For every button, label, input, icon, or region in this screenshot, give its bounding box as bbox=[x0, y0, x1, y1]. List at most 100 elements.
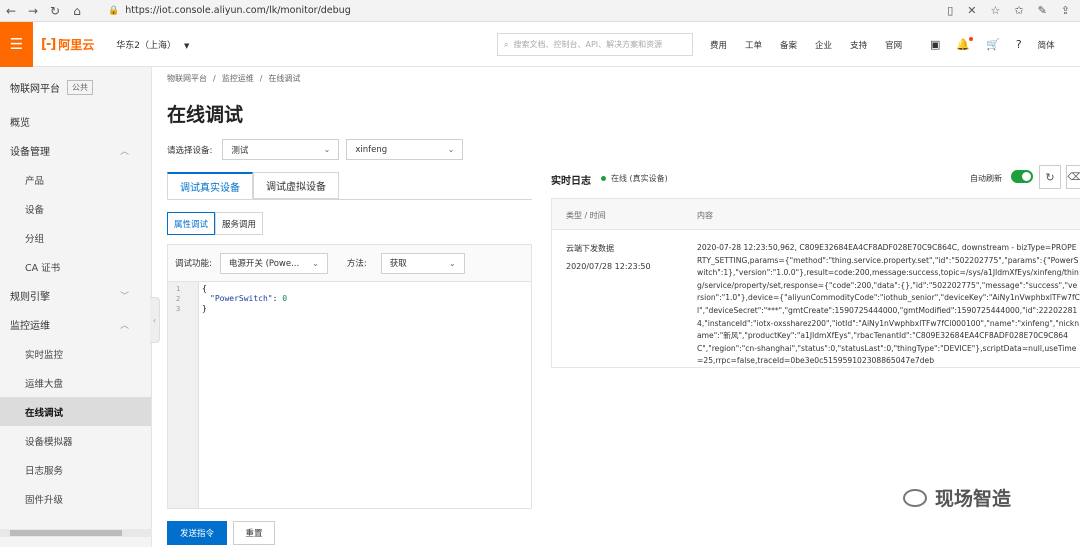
function-select[interactable]: 电源开关 (Powe... ⌄ bbox=[219, 252, 328, 274]
subtab-property-debug[interactable]: 属性调试 bbox=[167, 212, 216, 235]
nav-link-tickets[interactable]: 工单 bbox=[745, 39, 762, 51]
brand-name: 阿里云 bbox=[58, 37, 95, 52]
log-entry-content: 2020-07-28 12:23:50,962, C809E32684EA4CF… bbox=[697, 243, 1080, 366]
send-command-button[interactable]: 发送指令 bbox=[167, 521, 227, 545]
log-entry-time: 2020/07/28 12:23:50 bbox=[566, 262, 651, 271]
instance-badge[interactable]: 公共 bbox=[67, 79, 93, 95]
tab-virtual-device[interactable]: 调试虚拟设备 bbox=[253, 172, 339, 199]
log-table: 类型 / 时间 内容 云端下发数据 2020/07/28 12:23:50 20… bbox=[551, 198, 1080, 368]
logo-mark-icon: [-] bbox=[41, 36, 56, 52]
chevron-up-icon: ︿ bbox=[119, 147, 129, 157]
sidebar-collapse-handle[interactable]: ‹ bbox=[150, 297, 160, 343]
breadcrumb-separator: / bbox=[213, 74, 216, 83]
chevron-up-icon: ︿ bbox=[119, 321, 129, 331]
device-select-label: 请选择设备: bbox=[167, 145, 213, 156]
json-key: "PowerSwitch" bbox=[210, 294, 273, 303]
aliyun-logo[interactable]: [-] 阿里云 bbox=[41, 36, 94, 53]
reader-icon[interactable]: ▯ bbox=[947, 4, 953, 17]
sidebar-item-label: 概览 bbox=[10, 118, 30, 129]
nav-link-enterprise[interactable]: 企业 bbox=[815, 39, 832, 51]
function-select-value: 电源开关 (Powe... bbox=[228, 259, 300, 269]
refresh-button[interactable]: ↻ bbox=[1039, 165, 1061, 189]
sidebar: 物联网平台 公共 概览 设备管理 ︿ 产品 设备 分组 CA 证书 规则引擎 ﹀ 监… bbox=[0, 67, 152, 547]
menu-icon[interactable]: ☰ bbox=[0, 21, 33, 67]
share-icon[interactable]: ⇪ bbox=[1061, 4, 1070, 17]
address-bar[interactable]: 🔒 https://iot.console.aliyun.com/lk/moni… bbox=[108, 2, 947, 20]
code-line-close: } bbox=[202, 304, 207, 313]
console-topbar: ☰ [-] 阿里云 华东2（上海） ▼ ⌕ 搜索文档、控制台、API、解决方案和资… bbox=[0, 21, 1080, 67]
sidebar-item-ca-cert[interactable]: CA 证书 bbox=[0, 252, 151, 281]
sidebar-item-overview[interactable]: 概览 bbox=[0, 107, 151, 136]
terminal-icon[interactable]: ▣ bbox=[930, 38, 940, 51]
favorites-list-icon[interactable]: ✩ bbox=[1014, 4, 1023, 17]
tab-real-device[interactable]: 调试真实设备 bbox=[167, 172, 253, 199]
subtab-service-call[interactable]: 服务调用 bbox=[215, 212, 264, 235]
back-icon[interactable]: ← bbox=[0, 0, 22, 22]
sidebar-item-ops-dashboard[interactable]: 运维大盘 bbox=[0, 368, 151, 397]
search-input[interactable]: ⌕ 搜索文档、控制台、API、解决方案和资源 bbox=[497, 33, 693, 56]
favorite-star-icon[interactable]: ☆ bbox=[990, 4, 1000, 17]
clear-button[interactable]: ⌫ bbox=[1066, 165, 1080, 189]
bell-icon[interactable]: 🔔 bbox=[956, 37, 973, 51]
product-select[interactable]: 测试 ⌄ bbox=[222, 139, 340, 160]
trash-icon: ⌫ bbox=[1067, 171, 1080, 183]
auto-refresh-toggle[interactable] bbox=[1011, 170, 1033, 183]
chevron-down-icon: ⌄ bbox=[449, 258, 456, 268]
breadcrumb-item[interactable]: 物联网平台 bbox=[167, 74, 207, 83]
sidebar-item-label: 监控运维 bbox=[10, 321, 50, 332]
pen-icon[interactable]: ✎ bbox=[1038, 4, 1047, 17]
reset-button[interactable]: 重置 bbox=[233, 521, 275, 545]
sidebar-item-product[interactable]: 产品 bbox=[0, 165, 151, 194]
tab-divider bbox=[167, 199, 532, 200]
code-editor[interactable]: 1 2 3 { "PowerSwitch": 0 } bbox=[168, 282, 531, 508]
sidebar-item-online-debug[interactable]: 在线调试 bbox=[0, 397, 151, 426]
nav-link-support[interactable]: 支持 bbox=[850, 39, 867, 51]
sidebar-item-device[interactable]: 设备 bbox=[0, 194, 151, 223]
page-title: 在线调试 bbox=[167, 104, 244, 126]
breadcrumb: 物联网平台 / 监控运维 / 在线调试 bbox=[167, 73, 300, 84]
breadcrumb-separator: / bbox=[259, 74, 263, 83]
sidebar-item-log-service[interactable]: 日志服务 bbox=[0, 455, 151, 484]
chevron-down-icon: ⌄ bbox=[323, 145, 331, 154]
sidebar-item-group[interactable]: 分组 bbox=[0, 223, 151, 252]
log-table-header: 类型 / 时间 内容 bbox=[552, 199, 1080, 230]
method-select[interactable]: 获取 ⌄ bbox=[380, 252, 465, 274]
line-number: 1 bbox=[176, 285, 181, 293]
sidebar-item-rule-engine[interactable]: 规则引擎 ﹀ bbox=[0, 281, 151, 310]
column-header-content: 内容 bbox=[697, 211, 713, 220]
sidebar-item-label: 运维大盘 bbox=[25, 378, 64, 390]
nav-link-icp[interactable]: 备案 bbox=[780, 39, 797, 51]
breadcrumb-item[interactable]: 监控运维 bbox=[222, 74, 254, 83]
sidebar-item-realtime-monitor[interactable]: 实时监控 bbox=[0, 339, 151, 368]
forward-icon[interactable]: → bbox=[22, 0, 44, 22]
home-icon[interactable]: ⌂ bbox=[66, 0, 88, 22]
json-value: 0 bbox=[282, 294, 288, 303]
cart-icon[interactable]: 🛒 bbox=[986, 38, 1000, 51]
sidebar-item-label: 设备模拟器 bbox=[25, 436, 73, 448]
sidebar-item-label: 产品 bbox=[25, 175, 45, 187]
wechat-icon bbox=[903, 488, 927, 507]
close-icon[interactable]: ✕ bbox=[967, 4, 976, 17]
log-title: 实时日志 bbox=[551, 176, 591, 187]
region-selector[interactable]: 华东2（上海） ▼ bbox=[116, 38, 189, 51]
scrollbar-thumb[interactable] bbox=[10, 530, 122, 536]
chevron-down-icon: ﹀ bbox=[119, 292, 129, 302]
device-select-value: xinfeng bbox=[355, 144, 388, 155]
language-switch[interactable]: 简体 bbox=[1038, 39, 1055, 51]
sidebar-item-device-management[interactable]: 设备管理 ︿ bbox=[0, 136, 151, 165]
line-gutter bbox=[168, 282, 199, 508]
sidebar-item-device-simulator[interactable]: 设备模拟器 bbox=[0, 426, 151, 455]
sidebar-scrollbar[interactable] bbox=[0, 529, 152, 537]
sidebar-item-firmware-upgrade[interactable]: 固件升级 bbox=[0, 484, 151, 513]
help-icon[interactable]: ? bbox=[1016, 38, 1022, 51]
device-select[interactable]: xinfeng ⌄ bbox=[346, 139, 464, 160]
reload-icon[interactable]: ↻ bbox=[44, 0, 66, 22]
nav-link-fees[interactable]: 费用 bbox=[710, 39, 727, 51]
sidebar-item-monitoring[interactable]: 监控运维 ︿ bbox=[0, 310, 151, 339]
sidebar-item-label: 在线调试 bbox=[25, 407, 64, 419]
watermark: 现场智造 bbox=[903, 484, 1011, 511]
sidebar-item-label: 规则引擎 bbox=[10, 292, 50, 303]
search-placeholder: 搜索文档、控制台、API、解决方案和资源 bbox=[513, 40, 663, 49]
nav-link-official[interactable]: 官网 bbox=[885, 39, 902, 51]
sidebar-item-label: 设备 bbox=[25, 204, 45, 216]
